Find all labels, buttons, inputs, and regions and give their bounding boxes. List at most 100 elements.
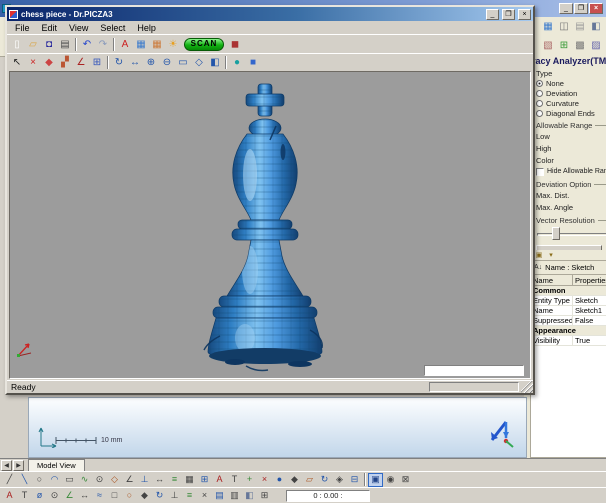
pan-view-icon[interactable]: ↔ bbox=[127, 55, 143, 70]
text-a-icon[interactable]: A bbox=[117, 37, 133, 52]
add-tool-icon[interactable]: + bbox=[242, 473, 257, 487]
close-tool-icon[interactable]: × bbox=[197, 489, 212, 503]
close-button[interactable]: × bbox=[518, 8, 531, 20]
new-file-icon[interactable]: ▯ bbox=[9, 37, 25, 52]
maximize-button[interactable]: ❐ bbox=[502, 8, 515, 20]
minimize-button[interactable]: _ bbox=[486, 8, 499, 20]
plus-grid-icon[interactable]: ⊞ bbox=[257, 489, 272, 503]
mesh-table-icon[interactable]: ▦ bbox=[133, 37, 149, 52]
diamond-icon[interactable]: ◆ bbox=[137, 489, 152, 503]
erase-icon[interactable]: ◆ bbox=[41, 55, 57, 70]
angle-icon[interactable]: ∠ bbox=[62, 489, 77, 503]
perpendicular-tool-icon[interactable]: ⊥ bbox=[137, 473, 152, 487]
point-tool-icon[interactable]: ⊙ bbox=[92, 473, 107, 487]
column-header-name[interactable]: Name bbox=[531, 275, 573, 285]
rotate-tool-icon[interactable]: ↻ bbox=[317, 473, 332, 487]
palette-icon[interactable]: ▨ bbox=[588, 38, 604, 53]
hatch-tool-icon[interactable]: ▦ bbox=[182, 473, 197, 487]
shadow-icon[interactable]: ▩ bbox=[572, 38, 588, 53]
snap-icon[interactable]: ⊞ bbox=[556, 38, 572, 53]
view-iso-icon[interactable]: ◧ bbox=[207, 55, 223, 70]
mirror-tool-icon[interactable]: ↔ bbox=[152, 473, 167, 487]
window-titlebar[interactable]: chess piece - Dr.PICZA3 _ ❐ × bbox=[7, 7, 533, 21]
label-tool-icon[interactable]: T bbox=[227, 473, 242, 487]
background-close-button[interactable]: × bbox=[589, 3, 603, 14]
extra-tool-icon-1[interactable]: ◉ bbox=[383, 473, 398, 487]
grid-blue-icon[interactable]: ⊞ bbox=[89, 55, 105, 70]
polygon-tool-icon[interactable]: ◇ bbox=[107, 473, 122, 487]
open-folder-icon[interactable]: ▱ bbox=[25, 37, 41, 52]
table-row-entity-type[interactable]: Entity Type Sketch bbox=[531, 296, 606, 306]
circle-icon[interactable]: ○ bbox=[122, 489, 137, 503]
center-icon[interactable]: ⊙ bbox=[47, 489, 62, 503]
stop-icon[interactable]: ◼ bbox=[227, 37, 243, 52]
properties-grid-icon[interactable]: ▣ bbox=[534, 251, 544, 260]
hide-allowable-range-row[interactable]: Hide Allowable Range bbox=[536, 166, 606, 177]
half-icon[interactable]: ◧ bbox=[242, 489, 257, 503]
background-model-viewport[interactable]: 10 mm bbox=[28, 397, 527, 458]
collapse-tool-icon[interactable]: ⊟ bbox=[347, 473, 362, 487]
mesh-display-icon[interactable]: ▦ bbox=[540, 19, 556, 34]
menu-file[interactable]: File bbox=[9, 23, 36, 33]
zoom-in-icon[interactable]: ⊕ bbox=[143, 55, 159, 70]
circle-tool-icon[interactable]: ○ bbox=[32, 473, 47, 487]
menu-select[interactable]: Select bbox=[94, 23, 131, 33]
rect-tool-icon[interactable]: ▭ bbox=[62, 473, 77, 487]
type-option-diagonal-ends[interactable]: Diagonal Ends bbox=[536, 108, 606, 118]
save-icon[interactable]: ◘ bbox=[41, 37, 57, 52]
shade-display-icon[interactable]: ◫ bbox=[556, 19, 572, 34]
select-arrow-icon[interactable]: ↖ bbox=[9, 55, 25, 70]
slider-thumb[interactable] bbox=[552, 227, 560, 240]
tab-scroll-right-icon[interactable]: ▶ bbox=[13, 460, 24, 471]
sort-az-icon[interactable]: A↓ bbox=[534, 264, 542, 271]
light-icon[interactable]: ☀ bbox=[165, 37, 181, 52]
angle-tool-icon[interactable]: ∠ bbox=[122, 473, 137, 487]
extra-tool-icon-2[interactable]: ⊠ bbox=[398, 473, 413, 487]
vector-resolution-slider[interactable] bbox=[536, 226, 606, 241]
box-icon[interactable]: □ bbox=[107, 489, 122, 503]
text-tool-icon[interactable]: A bbox=[212, 473, 227, 487]
column-header-properties[interactable]: Properties bbox=[573, 275, 606, 285]
zoom-out-icon[interactable]: ⊖ bbox=[159, 55, 175, 70]
fill-tool-icon[interactable]: ● bbox=[272, 473, 287, 487]
wave-icon[interactable]: ≈ bbox=[92, 489, 107, 503]
table-row-name[interactable]: Name Sketch1 bbox=[531, 306, 606, 316]
grid-display-icon[interactable]: ▤ bbox=[572, 19, 588, 34]
zoom-fit-icon[interactable]: ▭ bbox=[175, 55, 191, 70]
table-row-suppressed[interactable]: Suppressed False bbox=[531, 316, 606, 326]
measure-icon[interactable]: ∠ bbox=[73, 55, 89, 70]
background-maximize-button[interactable]: ❐ bbox=[574, 3, 588, 14]
refresh-icon[interactable]: ↻ bbox=[152, 489, 167, 503]
type-option-none[interactable]: None bbox=[536, 78, 606, 88]
cut-red-icon[interactable]: × bbox=[25, 55, 41, 70]
scan-3d-viewport[interactable] bbox=[9, 71, 531, 379]
line-tool-icon[interactable]: ╱ bbox=[2, 473, 17, 487]
table-icon[interactable]: ▤ bbox=[212, 489, 227, 503]
print-icon[interactable]: ▤ bbox=[57, 37, 73, 52]
view-front-icon[interactable]: ◇ bbox=[191, 55, 207, 70]
section-display-icon[interactable]: ◧ bbox=[588, 19, 604, 34]
trapezoid-tool-icon[interactable]: ▱ bbox=[302, 473, 317, 487]
menu-edit[interactable]: Edit bbox=[36, 23, 64, 33]
delete-tool-icon[interactable]: × bbox=[257, 473, 272, 487]
resize-grip[interactable] bbox=[521, 381, 533, 393]
spline-tool-icon[interactable]: ∿ bbox=[77, 473, 92, 487]
redo-icon[interactable]: ↷ bbox=[95, 37, 111, 52]
solid-cube-icon[interactable]: ■ bbox=[245, 55, 261, 70]
selected-tool-icon[interactable]: ▣ bbox=[368, 472, 383, 487]
type-option-curvature[interactable]: Curvature bbox=[536, 98, 606, 108]
tab-model-view[interactable]: Model View bbox=[28, 459, 85, 471]
properties-pin-icon[interactable]: ▾ bbox=[546, 251, 556, 260]
fill-red-icon[interactable]: ▞ bbox=[57, 55, 73, 70]
horizontal-icon[interactable]: ↔ bbox=[77, 489, 92, 503]
perp-icon[interactable]: ⊥ bbox=[167, 489, 182, 503]
tab-scroll-left-icon[interactable]: ◀ bbox=[1, 460, 12, 471]
rotate-view-icon[interactable]: ↻ bbox=[111, 55, 127, 70]
offset-tool-icon[interactable]: ≡ bbox=[167, 473, 182, 487]
render-sphere-icon[interactable]: ● bbox=[229, 55, 245, 70]
diamond-tool-icon[interactable]: ◈ bbox=[332, 473, 347, 487]
table-row-visibility[interactable]: Visibility True bbox=[531, 336, 606, 346]
background-minimize-button[interactable]: _ bbox=[559, 3, 573, 14]
annotate-icon[interactable]: A bbox=[2, 489, 17, 503]
layer-icon[interactable]: ▧ bbox=[540, 38, 556, 53]
